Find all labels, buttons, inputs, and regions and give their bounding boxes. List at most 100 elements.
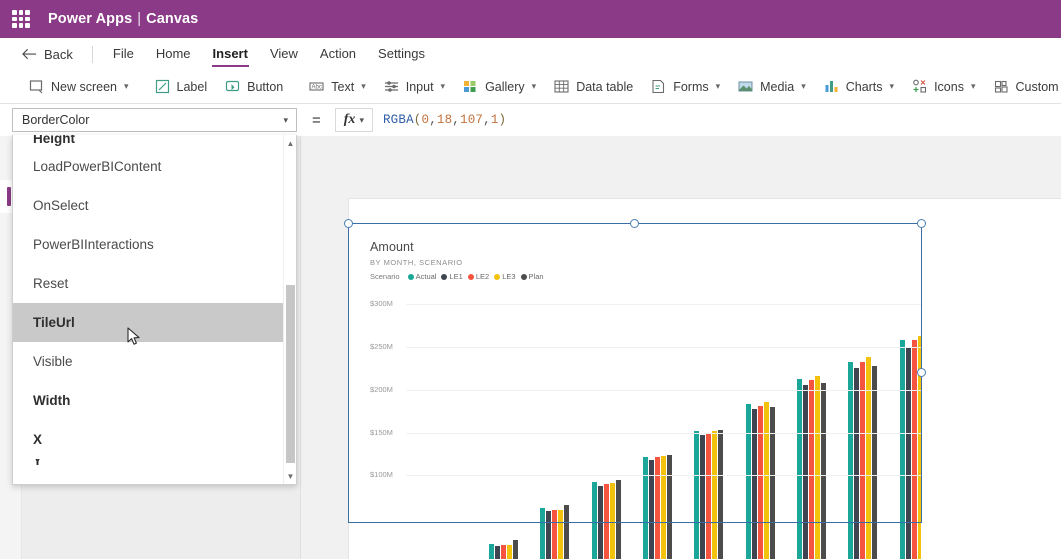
chevron-down-icon[interactable]: ▾ [890, 81, 895, 92]
chart-bar[interactable] [495, 545, 501, 559]
ribbon-input-control[interactable]: Input ▾ [375, 70, 454, 104]
chart-bar[interactable] [706, 432, 712, 559]
chart-bar[interactable] [700, 435, 706, 559]
bar-group[interactable] [745, 401, 775, 559]
scroll-down-icon[interactable]: ▼ [284, 470, 296, 483]
chart-bar[interactable] [808, 380, 814, 559]
powerbi-tile[interactable]: Amount BY MONTH, SCENARIO Scenario Actua… [355, 231, 921, 559]
bar-group[interactable] [899, 335, 921, 559]
chart-bar[interactable] [769, 406, 775, 559]
ribbon-data-table-control[interactable]: Data table [545, 70, 642, 104]
chart-bar[interactable] [712, 430, 718, 559]
chart-bar[interactable] [597, 485, 603, 559]
ribbon-custom-control[interactable]: Custom ▾ [985, 70, 1061, 104]
chart-bar[interactable] [796, 378, 802, 559]
chart-bar[interactable] [899, 340, 905, 559]
property-option-powerbiinteractions[interactable]: PowerBIInteractions [13, 225, 296, 264]
chart-bar[interactable] [763, 401, 769, 559]
legend-entry[interactable]: Plan [520, 272, 544, 281]
menu-item-view[interactable]: View [259, 38, 309, 70]
chart-bar[interactable] [603, 483, 609, 559]
chevron-down-icon[interactable]: ▾ [361, 81, 366, 92]
fx-button[interactable]: fx ▾ [334, 108, 373, 132]
chart-bar[interactable] [848, 361, 854, 559]
scrollbar-thumb[interactable] [286, 285, 295, 463]
chart-bar[interactable] [667, 454, 673, 559]
chart-bar[interactable] [820, 382, 826, 559]
bar-group[interactable] [694, 430, 724, 559]
chart-bar[interactable] [615, 479, 621, 559]
scroll-up-icon[interactable]: ▲ [284, 137, 296, 150]
menu-item-settings[interactable]: Settings [367, 38, 436, 70]
property-option-x[interactable]: X [13, 420, 296, 459]
chart-bar[interactable] [905, 346, 911, 559]
ribbon-icons-control[interactable]: Icons ▾ [903, 70, 984, 104]
menu-item-file[interactable]: File [102, 38, 145, 70]
bar-group[interactable] [643, 454, 673, 559]
ribbon-charts-control[interactable]: Charts ▾ [815, 70, 903, 104]
legend-entry[interactable]: LE1 [441, 272, 463, 281]
bar-group[interactable] [591, 479, 621, 559]
ribbon-label-control[interactable]: Label [146, 70, 217, 104]
menu-item-insert[interactable]: Insert [202, 38, 259, 70]
chart-bar[interactable] [911, 340, 917, 559]
bar-group[interactable] [848, 357, 878, 559]
chart-bar[interactable] [546, 511, 552, 559]
chart-bar[interactable] [552, 509, 558, 559]
chart-bar[interactable] [507, 544, 513, 559]
chevron-down-icon[interactable]: ▾ [532, 81, 537, 92]
chart-bar[interactable] [866, 357, 872, 559]
chart-bar[interactable] [694, 430, 700, 559]
ribbon-new-screen[interactable]: New screen ▾ [20, 70, 138, 104]
chevron-down-icon[interactable]: ▾ [801, 81, 806, 92]
back-button[interactable]: Back [22, 47, 73, 62]
chart-bar[interactable] [558, 509, 564, 559]
chart-bar[interactable] [860, 361, 866, 559]
chevron-down-icon[interactable]: ▾ [716, 81, 721, 92]
chart-bar[interactable] [917, 335, 921, 559]
chart-bar[interactable] [489, 543, 495, 559]
formula-input[interactable]: RGBA(0, 18, 107, 1) [383, 108, 1061, 132]
chart-bar[interactable] [718, 430, 724, 559]
chart-bar[interactable] [814, 376, 820, 559]
waffle-menu-icon[interactable] [12, 10, 30, 28]
chart-bar[interactable] [872, 365, 878, 559]
property-option-loadpowerbicontent[interactable]: LoadPowerBIContent [13, 147, 296, 186]
legend-entry[interactable]: LE3 [494, 272, 516, 281]
chart-bar[interactable] [802, 384, 808, 559]
property-option-visible[interactable]: Visible [13, 342, 296, 381]
chart-bar[interactable] [513, 540, 519, 559]
ribbon-gallery-control[interactable]: Gallery ▾ [454, 70, 545, 104]
property-option-height[interactable]: Height [13, 135, 296, 147]
chart-bar[interactable] [564, 504, 570, 559]
ribbon-button-control[interactable]: Button [216, 70, 292, 104]
menu-item-home[interactable]: Home [145, 38, 202, 70]
chart-bar[interactable] [643, 456, 649, 559]
property-dropdown-list[interactable]: Height LoadPowerBIContent OnSelect PowerBII… [12, 135, 297, 485]
chart-bar[interactable] [609, 483, 615, 559]
chart-bar[interactable] [854, 367, 860, 559]
ribbon-text-control[interactable]: Abc Text ▾ [300, 70, 374, 104]
ribbon-media-control[interactable]: Media ▾ [729, 70, 815, 104]
chevron-down-icon[interactable]: ▾ [441, 81, 446, 92]
chevron-down-icon[interactable]: ▾ [359, 115, 364, 126]
chevron-down-icon[interactable]: ▾ [283, 115, 288, 126]
property-option-tileurl[interactable]: TileUrl [13, 303, 296, 342]
bar-group[interactable] [489, 540, 519, 559]
property-option-width[interactable]: Width [13, 381, 296, 420]
chevron-down-icon[interactable]: ▾ [124, 81, 129, 92]
chevron-down-icon[interactable]: ▾ [971, 81, 976, 92]
legend-entry[interactable]: Actual [407, 272, 436, 281]
bar-group[interactable] [540, 504, 570, 559]
chart-bar[interactable] [655, 457, 661, 559]
property-option-y[interactable]: Y [13, 459, 296, 469]
menu-item-action[interactable]: Action [309, 38, 367, 70]
ribbon-forms-control[interactable]: Forms ▾ [642, 70, 729, 104]
bar-group[interactable] [796, 376, 826, 559]
chart-bar[interactable] [540, 507, 546, 559]
property-option-onselect[interactable]: OnSelect [13, 186, 296, 225]
property-select[interactable]: BorderColor ▾ [12, 108, 297, 132]
chart-bar[interactable] [591, 482, 597, 559]
property-option-reset[interactable]: Reset [13, 264, 296, 303]
chart-bar[interactable] [501, 544, 507, 559]
